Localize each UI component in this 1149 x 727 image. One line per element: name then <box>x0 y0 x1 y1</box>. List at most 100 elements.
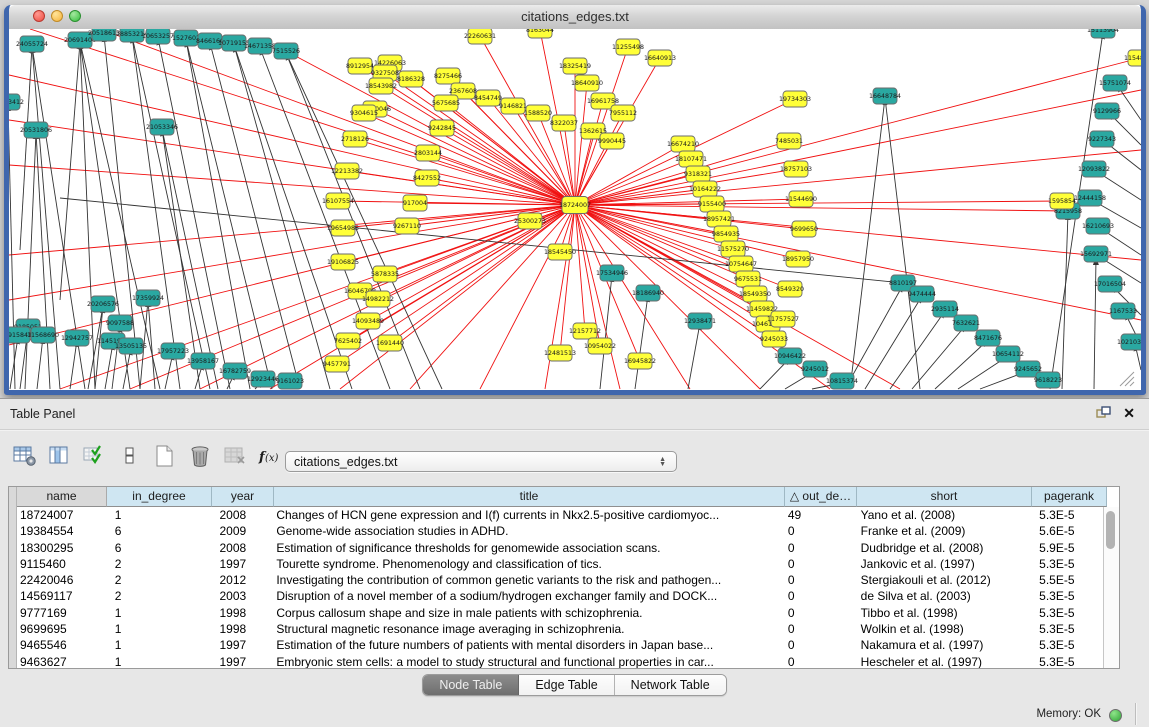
column-header[interactable]: name <box>17 487 107 507</box>
graph-node[interactable]: 25300273 <box>514 213 546 229</box>
rows-icon[interactable] <box>117 444 143 468</box>
network-graph-canvas[interactable]: 2405572420691406205186131885321410653257… <box>9 29 1141 390</box>
graph-node[interactable]: 13958167 <box>187 353 219 369</box>
graph-node[interactable]: 10653257 <box>142 29 174 44</box>
graph-node[interactable]: 21053346 <box>146 119 178 135</box>
graph-node[interactable]: 12093822 <box>1078 161 1110 177</box>
graph-node[interactable]: 1595854 <box>1048 193 1076 209</box>
graph-node[interactable]: 12213382 <box>331 163 363 179</box>
graph-node[interactable]: 12157712 <box>569 323 601 339</box>
graph-node[interactable]: 11548063 <box>1124 50 1141 66</box>
graph-node[interactable]: 22260631 <box>464 29 496 44</box>
new-file-icon[interactable] <box>152 444 178 468</box>
graph-node[interactable]: 10654112 <box>992 346 1024 362</box>
graph-node[interactable]: 16640913 <box>644 50 676 66</box>
graph-node[interactable]: 9618223 <box>1034 372 1062 388</box>
graph-node[interactable]: 9699650 <box>790 221 818 237</box>
tab-node-table[interactable]: Node Table <box>423 675 519 695</box>
tab-edge-table[interactable]: Edge Table <box>519 675 614 695</box>
graph-node[interactable]: 19106825 <box>327 254 359 270</box>
table-scrollbar[interactable] <box>1103 507 1119 668</box>
graph-node[interactable]: 19223412 <box>9 94 24 110</box>
column-chooser-icon[interactable] <box>47 444 73 468</box>
graph-node[interactable]: 20206576 <box>87 296 119 312</box>
graph-node[interactable]: 10754647 <box>725 256 757 272</box>
graph-node[interactable]: 14982212 <box>362 291 394 307</box>
graph-node[interactable]: 9146821 <box>499 98 527 114</box>
table-selector-dropdown[interactable]: citations_edges.txt ▲▼ <box>285 451 677 472</box>
delete-icon[interactable] <box>187 444 213 468</box>
table-row[interactable]: 946362711997Embryonic stem cells: a mode… <box>17 654 1104 669</box>
graph-node[interactable]: 9854935 <box>712 226 740 242</box>
graph-node[interactable]: 17957223 <box>157 343 189 359</box>
graph-node[interactable]: 2718126 <box>341 131 369 147</box>
graph-node[interactable]: 7485031 <box>775 133 803 149</box>
graph-node[interactable]: 1691440 <box>376 335 404 351</box>
column-header[interactable]: year <box>212 487 274 507</box>
column-header[interactable]: title <box>274 487 785 507</box>
graph-node[interactable]: 9227343 <box>1088 131 1116 147</box>
graph-node[interactable]: 18545450 <box>544 244 576 260</box>
graph-node[interactable]: 15692971 <box>1080 246 1112 262</box>
graph-node[interactable]: 11544690 <box>785 191 817 207</box>
table-row[interactable]: 1456911722003Disruption of a novel membe… <box>17 588 1104 604</box>
graph-node[interactable]: 16648784 <box>869 88 901 104</box>
graph-node[interactable]: 13505135 <box>115 338 147 354</box>
graph-node[interactable]: 11757527 <box>767 311 799 327</box>
graph-node[interactable]: 14093489 <box>352 313 384 329</box>
graph-node[interactable]: 8549320 <box>776 281 804 297</box>
graph-node[interactable]: 16107554 <box>322 193 354 209</box>
delete-table-icon[interactable] <box>222 444 248 468</box>
graph-node[interactable]: 2803144 <box>414 145 442 161</box>
graph-node[interactable]: 18543982 <box>365 78 397 94</box>
graph-node[interactable]: 8471676 <box>974 330 1002 346</box>
graph-node[interactable]: 16674210 <box>667 136 699 152</box>
graph-node[interactable]: 18325419 <box>559 58 591 74</box>
graph-node[interactable]: 9474444 <box>908 286 936 302</box>
table-row[interactable]: 969969511998Structural magnetic resonanc… <box>17 621 1104 637</box>
graph-node[interactable]: 17016504 <box>1094 276 1126 292</box>
graph-node[interactable]: 19734303 <box>779 91 811 107</box>
graph-node[interactable]: 12923446 <box>247 371 279 387</box>
graph-node[interactable]: 10210345 <box>1117 334 1141 350</box>
graph-node[interactable]: 10954022 <box>584 338 616 354</box>
graph-node[interactable]: 8186328 <box>397 71 425 87</box>
graph-node[interactable]: 18957950 <box>782 251 814 267</box>
table-settings-icon[interactable] <box>12 444 38 468</box>
graph-node[interactable]: 8322037 <box>550 115 578 131</box>
float-panel-icon[interactable] <box>1096 406 1111 420</box>
graph-node[interactable]: 17534946 <box>596 265 628 281</box>
graph-node[interactable]: 12481513 <box>544 345 576 361</box>
graph-node[interactable]: 8275466 <box>434 68 462 84</box>
function-icon[interactable]: f(x) <box>257 444 283 468</box>
graph-node[interactable]: 18724007 <box>559 197 591 214</box>
graph-node[interactable]: 7632621 <box>952 315 980 331</box>
graph-node[interactable]: 10815374 <box>826 373 858 389</box>
graph-node[interactable]: 10164222 <box>689 181 721 197</box>
graph-node[interactable]: 9245033 <box>760 331 788 347</box>
graph-node[interactable]: 18640910 <box>571 75 603 91</box>
column-header[interactable]: in_degree <box>107 487 212 507</box>
graph-node[interactable]: 9990445 <box>598 133 626 149</box>
graph-node[interactable]: 8454749 <box>474 90 502 106</box>
graph-node[interactable]: 15113904 <box>1087 29 1119 38</box>
table-row[interactable]: 911546021997Tourette syndrome. Phenomeno… <box>17 556 1104 572</box>
import-table-icon[interactable] <box>82 444 108 468</box>
column-header[interactable]: short <box>857 487 1032 507</box>
graph-node[interactable]: 18957421 <box>703 211 735 227</box>
column-header[interactable]: △ out_de… <box>785 487 857 507</box>
graph-node[interactable]: 9457791 <box>323 356 351 372</box>
graph-node[interactable]: 9675531 <box>734 271 762 287</box>
close-panel-icon[interactable]: ✕ <box>1123 406 1135 420</box>
graph-node[interactable]: 16945822 <box>624 353 656 369</box>
graph-node[interactable]: 7955112 <box>609 105 637 121</box>
table-row[interactable]: 2242004622012Investigating the contribut… <box>17 572 1104 588</box>
citation-network-graph[interactable]: 2405572420691406205186131885321410653257… <box>9 29 1141 390</box>
graph-node[interactable]: 5878335 <box>371 266 399 282</box>
table-row[interactable]: 1830029562008Estimation of significance … <box>17 540 1104 556</box>
graph-node[interactable]: 18186940 <box>632 285 664 301</box>
graph-node[interactable]: 7515526 <box>272 43 300 59</box>
graph-node[interactable]: 18757103 <box>780 161 812 177</box>
table-row[interactable]: 946554611997Estimation of the future num… <box>17 637 1104 653</box>
table-row[interactable]: 1938455462009Genome-wide association stu… <box>17 523 1104 539</box>
